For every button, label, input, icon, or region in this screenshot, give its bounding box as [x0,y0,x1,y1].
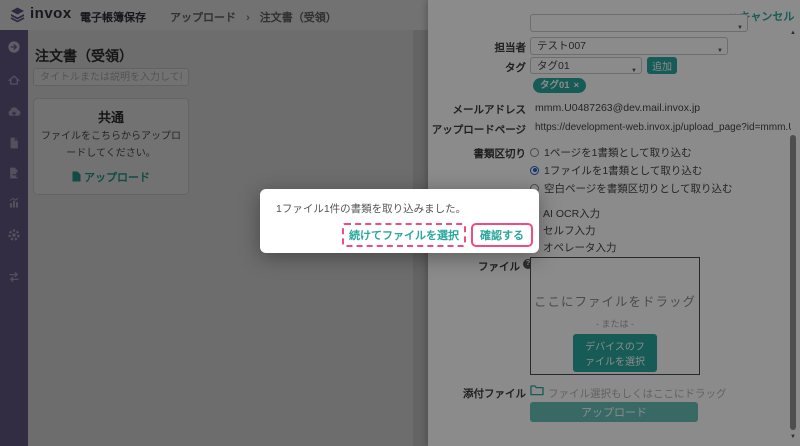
continue-select-file-button[interactable]: 続けてファイルを選択 [342,223,466,247]
dialog-message: 1ファイル1件の書類を取り込みました。 [276,201,466,216]
app-window: invox 電子帳簿保存 アップロード › 注文書（受領） [0,0,800,446]
dialog-buttons: 続けてファイルを選択 確認する [342,223,533,247]
confirm-button[interactable]: 確認する [471,223,533,247]
import-success-dialog: 1ファイル1件の書類を取り込みました。 続けてファイルを選択 確認する [260,189,539,253]
